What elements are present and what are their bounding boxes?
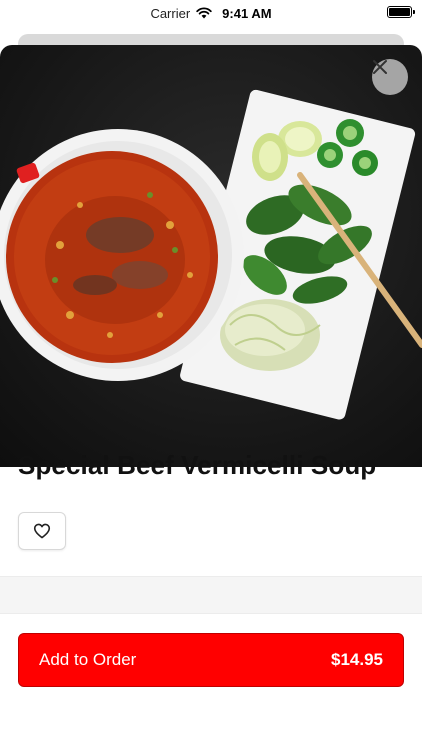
close-icon [373, 60, 387, 74]
item-detail-modal: Special Beef Vermicelli Soup Add to Orde… [0, 45, 422, 750]
carrier-label: Carrier [150, 5, 191, 21]
add-to-order-button[interactable]: Add to Order $14.95 [18, 633, 404, 687]
item-title: Special Beef Vermicelli Soup [18, 450, 377, 480]
status-center: Carrier 9:41 AM [150, 6, 271, 21]
battery-icon [387, 6, 415, 18]
battery-level [389, 8, 410, 16]
favorite-button[interactable] [18, 512, 66, 550]
item-price: $14.95 [331, 650, 383, 669]
status-bar: Carrier 9:41 AM [0, 0, 422, 26]
food-photo [0, 45, 422, 467]
wifi-icon [196, 7, 212, 19]
add-to-order-label: Add to Order [39, 650, 137, 669]
close-button[interactable] [372, 59, 408, 95]
food-photo-illustration [0, 89, 422, 420]
heart-icon [33, 523, 51, 539]
status-time: 9:41 AM [222, 5, 272, 21]
section-divider [0, 576, 422, 614]
